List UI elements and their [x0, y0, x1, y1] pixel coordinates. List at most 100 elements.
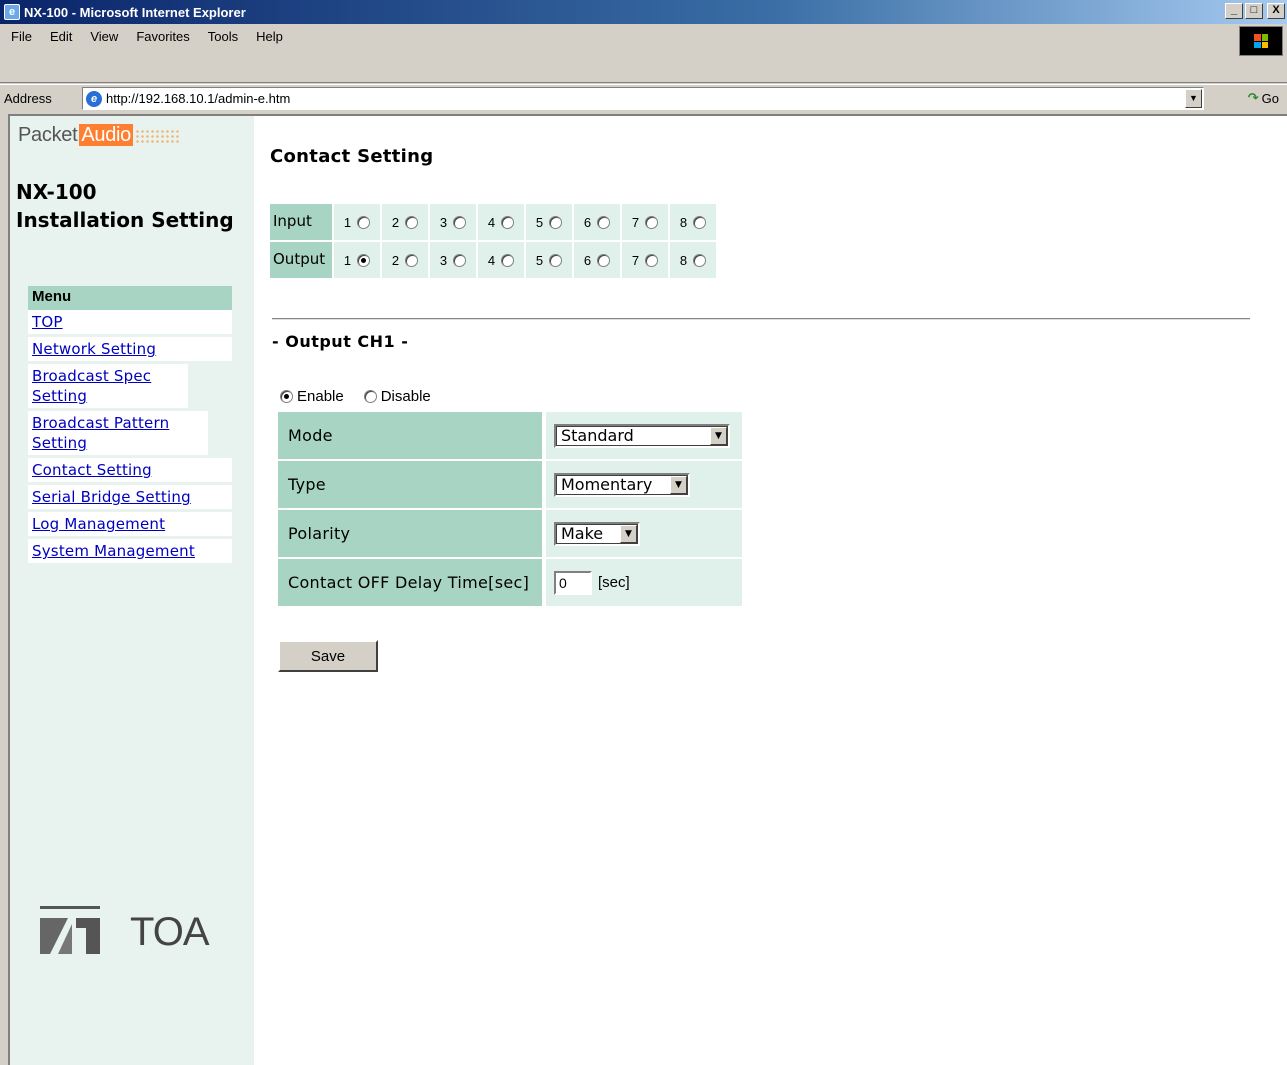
- page-icon: e: [86, 90, 102, 107]
- output-channel-cell: 8: [670, 242, 716, 278]
- chevron-down-icon: ▼: [710, 426, 727, 445]
- mode-row: Mode Standard ▼: [278, 412, 742, 459]
- mode-label: Mode: [278, 412, 542, 459]
- output-channel-number: 7: [631, 252, 640, 268]
- address-dropdown-button[interactable]: ▼: [1185, 89, 1202, 108]
- go-button[interactable]: ↷ Go: [1248, 90, 1279, 106]
- sidebar-item-system-management[interactable]: System Management: [28, 539, 232, 566]
- ie-app-icon: e: [4, 4, 20, 20]
- input-channel-number: 6: [583, 214, 592, 230]
- input-channel-cell: 2: [382, 204, 428, 240]
- menu-view[interactable]: View: [81, 29, 127, 44]
- minimize-button[interactable]: _: [1225, 3, 1243, 19]
- polarity-label: Polarity: [278, 510, 542, 557]
- type-row: Type Momentary ▼: [278, 461, 742, 508]
- menu-tools[interactable]: Tools: [199, 29, 247, 44]
- mode-select[interactable]: Standard ▼: [554, 423, 730, 448]
- input-channel-cell: 3: [430, 204, 476, 240]
- sidebar-item-log-management[interactable]: Log Management: [28, 512, 232, 539]
- polarity-row: Polarity Make ▼: [278, 510, 742, 557]
- page-title: Contact Setting: [270, 146, 434, 167]
- menu-help[interactable]: Help: [247, 29, 292, 44]
- sidebar-item-top[interactable]: TOP: [28, 310, 232, 337]
- output-channel-radio-8[interactable]: [693, 253, 707, 267]
- output-channel-radio-4[interactable]: [501, 253, 515, 267]
- menu-favorites[interactable]: Favorites: [127, 29, 198, 44]
- output-channel-number: 4: [487, 252, 496, 268]
- go-arrow-icon: ↷: [1247, 90, 1259, 105]
- type-label: Type: [278, 461, 542, 508]
- type-value: Momentary: [561, 475, 653, 494]
- menubar: File Edit View Favorites Tools Help: [2, 24, 292, 48]
- product-subtitle: Installation Setting: [16, 208, 234, 232]
- chevron-down-icon: ▼: [670, 475, 687, 494]
- input-channel-cell: 8: [670, 204, 716, 240]
- output-label: Output: [270, 242, 332, 278]
- toa-logo: TOA: [40, 906, 210, 954]
- product-heading: NX-100 Installation Setting: [16, 178, 234, 234]
- output-channel-radio-1[interactable]: [357, 253, 371, 267]
- window-controls: _ □ X: [1225, 3, 1285, 19]
- input-channel-radio-1[interactable]: [357, 215, 371, 229]
- menu-edit[interactable]: Edit: [41, 29, 81, 44]
- polarity-value: Make: [561, 524, 604, 543]
- input-channel-radio-6[interactable]: [597, 215, 611, 229]
- delay-row: Contact OFF Delay Time[sec] 0 [sec]: [278, 559, 742, 606]
- section-title: - Output CH1 -: [272, 332, 409, 351]
- input-channel-number: 8: [679, 214, 688, 230]
- input-channel-radio-7[interactable]: [645, 215, 659, 229]
- sidebar-item-network-setting[interactable]: Network Setting: [28, 337, 232, 364]
- input-label: Input: [270, 204, 332, 240]
- output-channel-radio-7[interactable]: [645, 253, 659, 267]
- brand-dots: [135, 128, 179, 143]
- window-titlebar: e NX-100 - Microsoft Internet Explorer _…: [0, 0, 1287, 24]
- delay-input[interactable]: 0: [554, 570, 592, 595]
- input-channel-radio-2[interactable]: [405, 215, 419, 229]
- input-channel-radio-8[interactable]: [693, 215, 707, 229]
- sidebar-item-serial-bridge-setting[interactable]: Serial Bridge Setting: [28, 485, 232, 512]
- divider: [272, 318, 1250, 320]
- input-channel-radio-3[interactable]: [453, 215, 467, 229]
- output-channel-radio-3[interactable]: [453, 253, 467, 267]
- address-input[interactable]: e http://192.168.10.1/admin-e.htm ▼: [82, 87, 1204, 110]
- menu-file[interactable]: File: [2, 29, 41, 44]
- polarity-select[interactable]: Make ▼: [554, 521, 640, 546]
- menu-title: Menu: [28, 286, 232, 310]
- save-button[interactable]: Save: [278, 640, 378, 672]
- input-channel-radio-5[interactable]: [549, 215, 563, 229]
- output-channel-number: 3: [439, 252, 448, 268]
- enable-radio[interactable]: [280, 390, 293, 403]
- output-channel-row: Output 1 2 3 4 5 6 7 8: [270, 242, 718, 278]
- maximize-button[interactable]: □: [1245, 3, 1263, 19]
- input-channel-number: 7: [631, 214, 640, 230]
- go-label: Go: [1261, 90, 1279, 106]
- input-channel-cell: 7: [622, 204, 668, 240]
- delay-label: Contact OFF Delay Time[sec]: [278, 559, 542, 606]
- input-channel-number: 2: [391, 214, 400, 230]
- sidebar-item-contact-setting[interactable]: Contact Setting: [28, 458, 232, 485]
- output-channel-cell: 1: [334, 242, 380, 278]
- close-button[interactable]: X: [1267, 3, 1285, 19]
- input-channel-number: 1: [343, 214, 352, 230]
- type-select[interactable]: Momentary ▼: [554, 472, 690, 497]
- toa-logo-text: TOA: [130, 910, 210, 954]
- address-label: Address: [4, 91, 52, 106]
- sidebar: Packet Audio NX-100 Installation Setting …: [10, 116, 254, 1065]
- output-channel-radio-2[interactable]: [405, 253, 419, 267]
- sidebar-item-broadcast-pattern-setting[interactable]: Broadcast Pattern Setting: [28, 411, 208, 458]
- sidebar-menu: Menu TOP Network Setting Broadcast Spec …: [28, 286, 232, 566]
- output-channel-cell: 6: [574, 242, 620, 278]
- sidebar-item-broadcast-spec-setting[interactable]: Broadcast Spec Setting: [28, 364, 188, 411]
- input-channel-number: 3: [439, 214, 448, 230]
- input-channel-radio-4[interactable]: [501, 215, 515, 229]
- page-viewport: Packet Audio NX-100 Installation Setting …: [8, 114, 1287, 1065]
- output-settings-table: Mode Standard ▼ Type Momentary ▼ Polarit…: [278, 412, 742, 608]
- output-channel-cell: 2: [382, 242, 428, 278]
- output-channel-number: 5: [535, 252, 544, 268]
- output-channel-cell: 3: [430, 242, 476, 278]
- output-channel-radio-5[interactable]: [549, 253, 563, 267]
- output-channel-cell: 7: [622, 242, 668, 278]
- disable-radio[interactable]: [363, 390, 377, 403]
- output-channel-radio-6[interactable]: [597, 253, 611, 267]
- toa-mark-icon: [40, 906, 100, 954]
